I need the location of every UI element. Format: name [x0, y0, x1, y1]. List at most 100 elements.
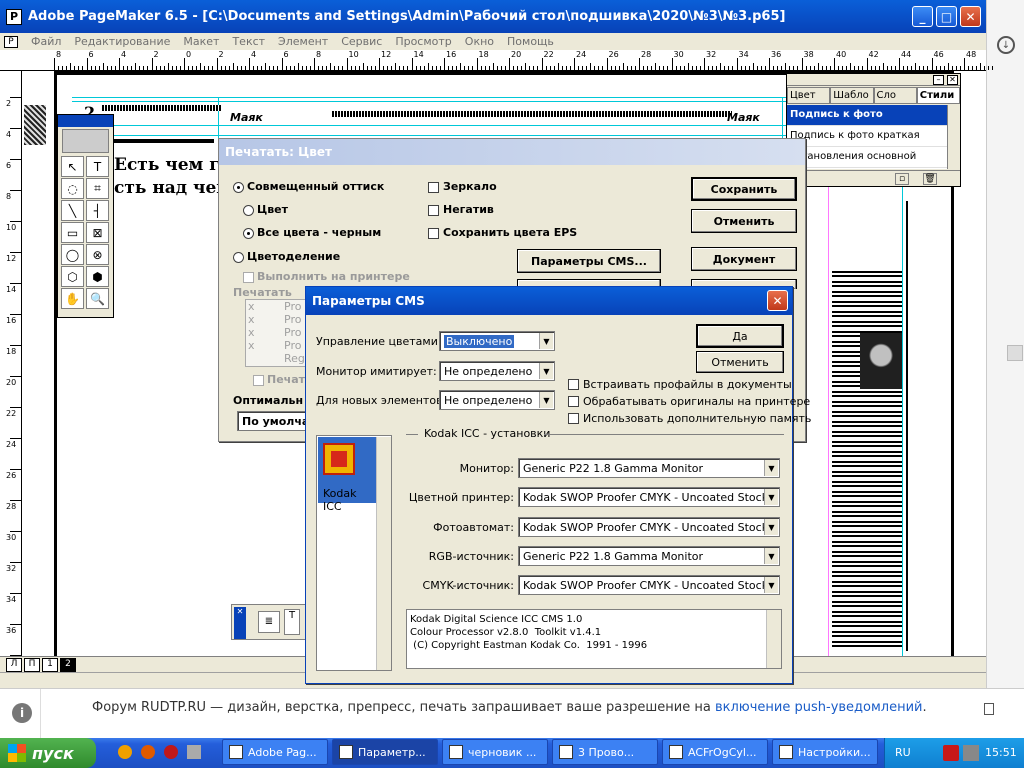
mirror-label: Зеркало	[443, 180, 497, 193]
menu-item-3[interactable]: Текст	[232, 35, 265, 48]
mirror-checkbox[interactable]	[428, 182, 439, 193]
show-desktop-icon[interactable]	[187, 745, 201, 759]
tray-icon-network[interactable]	[963, 745, 979, 761]
style-item[interactable]: Подпись к фото	[787, 105, 947, 126]
monitor-sim-select[interactable]: Не определено ▼	[439, 361, 555, 381]
language-indicator[interactable]: RU	[895, 746, 911, 759]
taskbar-item-3[interactable]: 3 Прово...	[552, 739, 658, 765]
separations-radio[interactable]	[233, 252, 244, 263]
save-eps-checkbox[interactable]	[428, 228, 439, 239]
cms-cancel-button[interactable]: Отменить	[696, 351, 784, 373]
menu-item-5[interactable]: Сервис	[341, 35, 382, 48]
start-button[interactable]: пуск	[0, 738, 96, 768]
tool-text-icon[interactable]: T	[86, 156, 109, 177]
styles-scrollbar[interactable]	[947, 105, 960, 169]
trash-icon[interactable]: 🗑	[923, 173, 937, 185]
notification-link[interactable]: включение push-уведомлений	[715, 700, 923, 715]
document-button[interactable]: Документ	[691, 247, 797, 271]
rgb-source-select[interactable]: Generic P22 1.8 Gamma Monitor ▼	[518, 546, 780, 566]
tool-ellipse-icon[interactable]: ◯	[61, 244, 84, 265]
ok-button[interactable]: Да	[696, 324, 784, 348]
cmyk-source-select[interactable]: Kodak SWOP Proofer CMYK - Uncoated Stock…	[518, 575, 780, 595]
menu-item-6[interactable]: Просмотр	[395, 35, 451, 48]
taskbar-app-icon	[559, 745, 573, 759]
close-button[interactable]: ✕	[960, 6, 981, 27]
menu-item-7[interactable]: Окно	[465, 35, 494, 48]
tool-polygon-icon[interactable]: ⬡	[61, 266, 84, 287]
save-button[interactable]: Сохранить	[691, 177, 797, 201]
all-black-radio[interactable]	[243, 228, 254, 239]
paragraph-icon[interactable]: ≣	[258, 611, 280, 633]
process-on-printer-checkbox[interactable]	[568, 396, 579, 407]
style-item[interactable]: Подпись к фото краткая	[787, 126, 947, 147]
tool-rectangle-frame-icon[interactable]: ⊠	[86, 222, 109, 243]
taskbar-item-1[interactable]: Параметр...	[332, 739, 438, 765]
extra-memory-checkbox[interactable]	[568, 413, 579, 424]
styles-tab-2[interactable]: Сло	[873, 87, 917, 104]
printed-checkbox[interactable]	[253, 375, 264, 386]
taskbar-item-5[interactable]: Настройки...	[772, 739, 878, 765]
tool-pointer-icon[interactable]: ↖	[61, 156, 84, 177]
tray-icon-antivirus[interactable]	[943, 745, 959, 761]
cms-settings-button[interactable]: Параметры CMS...	[517, 249, 661, 273]
page-tab-П[interactable]: П	[24, 658, 40, 672]
monitor-select[interactable]: Generic P22 1.8 Gamma Monitor ▼	[518, 458, 780, 478]
minimize-button[interactable]: _	[912, 6, 933, 27]
menu-item-2[interactable]: Макет	[183, 35, 219, 48]
firefox-icon[interactable]	[141, 745, 155, 759]
imagesetter-select[interactable]: Kodak SWOP Proofer CMYK - Uncoated Stock…	[518, 517, 780, 537]
menu-item-8[interactable]: Помощь	[507, 35, 554, 48]
taskbar-item-0[interactable]: Adobe Pag...	[222, 739, 328, 765]
page-tab-2[interactable]: 2	[60, 658, 76, 672]
tool-constrained-line-icon[interactable]: ┤	[86, 200, 109, 221]
scroll-thumb[interactable]	[1007, 345, 1023, 361]
info-scrollbar[interactable]	[766, 610, 781, 668]
palette-minimize-button[interactable]: –	[933, 75, 944, 85]
tool-rotate-icon[interactable]: ◌	[61, 178, 84, 199]
quicklaunch-icon-1[interactable]	[118, 745, 132, 759]
styles-tab-3[interactable]: Стили	[916, 87, 960, 104]
text-mode-icon[interactable]: T	[284, 609, 300, 635]
tool-polygon-frame-icon[interactable]: ⬢	[86, 266, 109, 287]
new-items-select[interactable]: Не определено ▼	[439, 390, 555, 410]
notification-close-icon[interactable]	[984, 703, 994, 715]
opera-quicklaunch-icon[interactable]	[164, 745, 178, 759]
page-tab-Л[interactable]: Л	[6, 658, 22, 672]
page-tab-1[interactable]: 1	[42, 658, 58, 672]
color-mgmt-select[interactable]: Выключено ▼	[439, 331, 555, 351]
tool-crop-icon[interactable]: ⌗	[86, 178, 109, 199]
negative-checkbox[interactable]	[428, 205, 439, 216]
cms-close-button[interactable]: ✕	[767, 290, 788, 311]
style-item[interactable]: Установления основной	[787, 147, 947, 168]
default-select[interactable]: По умолча	[237, 411, 309, 431]
palette-close-button[interactable]: ✕	[947, 75, 958, 85]
new-style-icon[interactable]: ▫	[895, 173, 909, 185]
taskbar-item-label: 3 Прово...	[578, 745, 635, 759]
maximize-button[interactable]: □	[936, 6, 957, 27]
ruler-h-label: 8	[56, 50, 62, 59]
palette-close-icon[interactable]: ✕	[234, 607, 246, 639]
ruler-h-label: 46	[933, 50, 944, 59]
embed-profiles-checkbox[interactable]	[568, 379, 579, 390]
download-icon[interactable]: ↓	[997, 36, 1015, 54]
doc-system-icon[interactable]: P	[4, 35, 18, 48]
tool-rectangle-icon[interactable]: ▭	[61, 222, 84, 243]
menu-item-0[interactable]: Файл	[31, 35, 61, 48]
on-printer-checkbox[interactable]	[243, 272, 254, 283]
composite-radio[interactable]	[233, 182, 244, 193]
menu-item-4[interactable]: Элемент	[278, 35, 328, 48]
tool-ellipse-frame-icon[interactable]: ⊗	[86, 244, 109, 265]
color-radio[interactable]	[243, 205, 254, 216]
menu-item-1[interactable]: Редактирование	[74, 35, 170, 48]
taskbar-item-2[interactable]: черновик ...	[442, 739, 548, 765]
ruler-v-label: 10	[6, 223, 17, 232]
tool-zoom-icon[interactable]: 🔍	[86, 288, 109, 309]
cancel-button[interactable]: Отменить	[691, 209, 797, 233]
tool-hand-icon[interactable]: ✋	[61, 288, 84, 309]
styles-tab-1[interactable]: Шабло	[830, 87, 874, 104]
styles-tab-0[interactable]: Цвет	[787, 87, 831, 104]
taskbar-item-4[interactable]: ACFrOgCyl...	[662, 739, 768, 765]
tool-line-icon[interactable]: ╲	[61, 200, 84, 221]
printer-select[interactable]: Kodak SWOP Proofer CMYK - Uncoated Stock…	[518, 487, 780, 507]
ruler-v-label: 20	[6, 378, 17, 387]
